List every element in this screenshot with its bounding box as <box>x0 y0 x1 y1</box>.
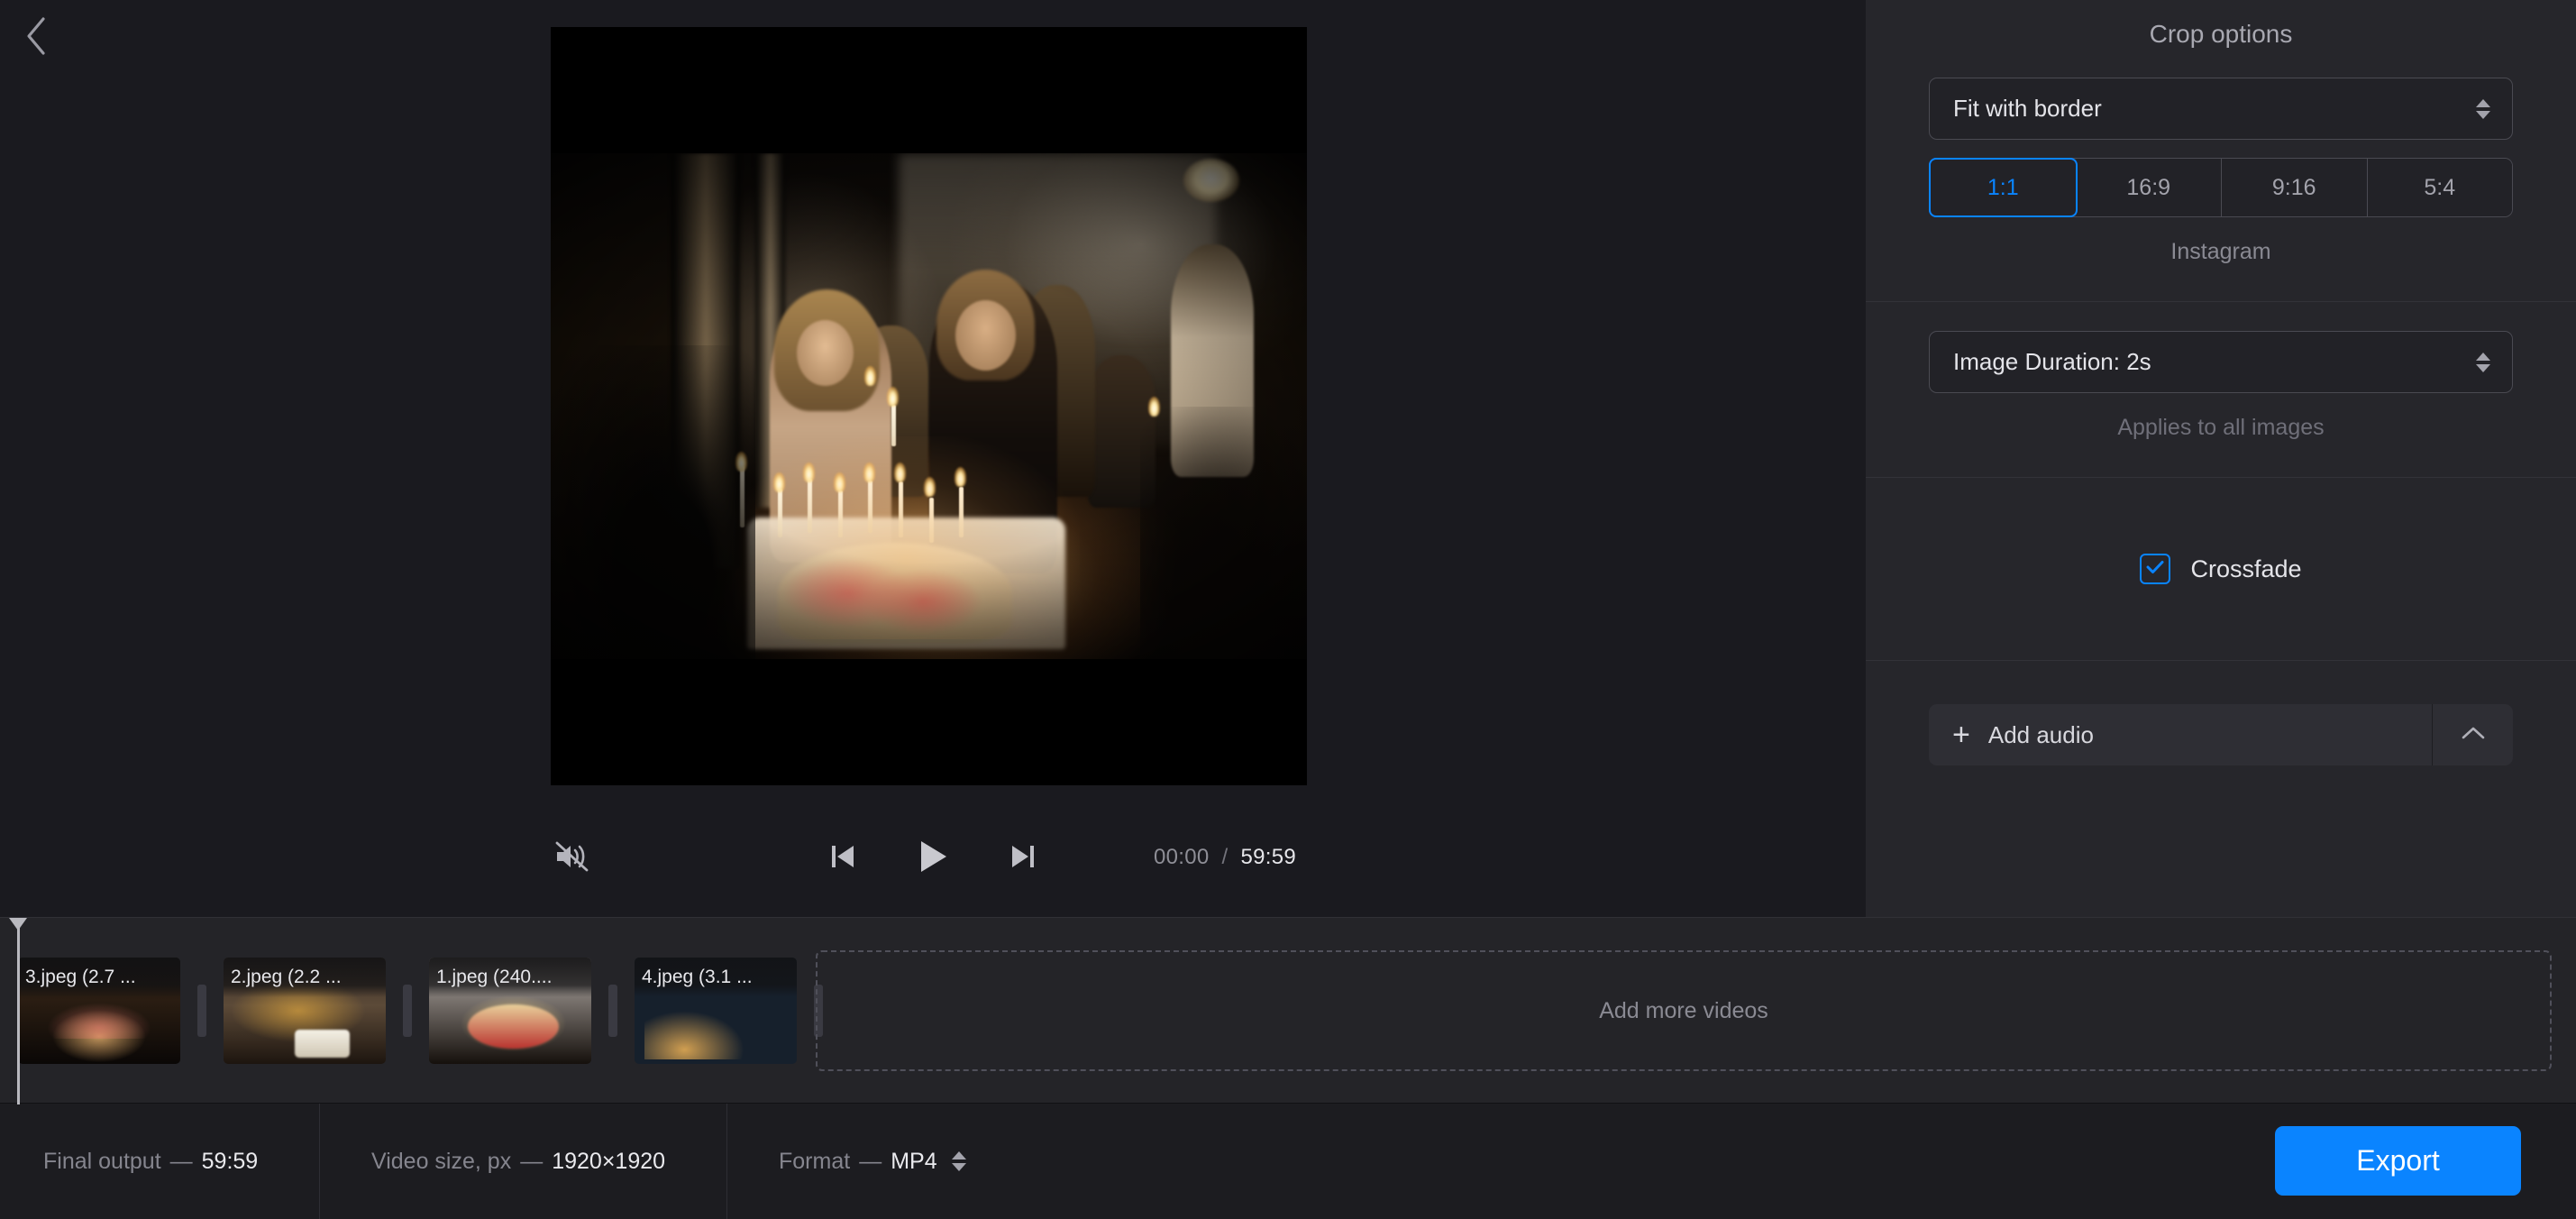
mute-button[interactable] <box>545 832 598 884</box>
checkmark-icon <box>2145 559 2165 580</box>
crossfade-section: Crossfade <box>1866 478 2576 660</box>
format-info[interactable]: Format — MP4 <box>779 1104 966 1219</box>
final-output-info: Final output — 59:59 <box>43 1104 258 1219</box>
clip-trim-handle[interactable] <box>591 958 635 1064</box>
aspect-ratio-option-5-4[interactable]: 5:4 <box>2367 159 2512 216</box>
export-button[interactable]: Export <box>2275 1126 2521 1196</box>
player-controls: 00:00 / 59:59 <box>0 825 1866 897</box>
final-output-dash: — <box>169 1148 193 1174</box>
play-button[interactable] <box>907 832 959 884</box>
back-button[interactable] <box>7 7 65 65</box>
image-duration-stepper-icon[interactable] <box>2476 352 2490 372</box>
clip-label: 1.jpeg (240.... <box>429 958 591 997</box>
add-audio-button[interactable]: + Add audio <box>1929 704 2432 765</box>
dropzone-label: Add more videos <box>1599 997 1768 1023</box>
video-size-value: 1920×1920 <box>552 1148 666 1174</box>
format-stepper-icon[interactable] <box>951 1151 966 1171</box>
video-editor-app: 00:00 / 59:59 Crop options Fit with bord… <box>0 0 2576 1219</box>
skip-next-icon <box>1009 842 1037 875</box>
photo-scene <box>551 153 1307 659</box>
chevron-left-icon <box>23 15 50 57</box>
image-duration-section: Image Duration: 2s Applies to all images <box>1866 331 2576 477</box>
panel-divider-1 <box>1866 301 2576 302</box>
clip-trim-handle[interactable] <box>180 958 224 1064</box>
video-size-info: Video size, px — 1920×1920 <box>371 1104 665 1219</box>
timeline-clip[interactable]: 4.jpeg (3.1 ... <box>635 958 797 1064</box>
current-time: 00:00 <box>1154 845 1210 869</box>
previous-button[interactable] <box>817 832 869 884</box>
clip-label: 2.jpeg (2.2 ... <box>224 958 386 997</box>
format-dash: — <box>859 1148 882 1174</box>
crop-mode-value: Fit with border <box>1953 95 2102 122</box>
clip-label: 4.jpeg (3.1 ... <box>635 958 797 997</box>
aspect-ratio-option-16-9[interactable]: 16:9 <box>2076 159 2222 216</box>
aspect-ratio-segmented-control: 1:1 16:9 9:16 5:4 <box>1929 158 2513 217</box>
clip-label: 3.jpeg (2.7 ... <box>18 958 180 997</box>
final-output-value: 59:59 <box>201 1148 259 1174</box>
timeline-clip[interactable]: 2.jpeg (2.2 ... <box>224 958 386 1064</box>
crossfade-toggle[interactable]: Crossfade <box>1866 478 2576 660</box>
format-value: MP4 <box>891 1148 937 1174</box>
add-more-videos-dropzone[interactable]: Add more videos <box>816 950 2552 1071</box>
format-label: Format <box>779 1148 851 1174</box>
right-panel: Crop options Fit with border 1:1 16:9 9:… <box>1866 0 2576 917</box>
preview-area <box>0 0 1866 917</box>
aspect-ratio-option-9-16[interactable]: 9:16 <box>2222 159 2368 216</box>
video-preview[interactable] <box>551 27 1307 785</box>
chevron-up-icon <box>2461 725 2486 746</box>
timeline-clip[interactable]: 1.jpeg (240.... <box>429 958 591 1064</box>
crossfade-label: Crossfade <box>2190 555 2302 582</box>
crop-mode-select[interactable]: Fit with border <box>1929 78 2513 140</box>
timeline-playhead[interactable] <box>9 918 27 1104</box>
total-time: 59:59 <box>1240 845 1297 869</box>
bottom-bar-divider <box>319 1104 320 1219</box>
next-button[interactable] <box>997 832 1049 884</box>
aspect-ratio-option-1-1[interactable]: 1:1 <box>1929 158 2078 217</box>
crossfade-checkbox[interactable] <box>2140 554 2171 584</box>
bottom-status-bar: Final output — 59:59 Video size, px — 19… <box>0 1104 2576 1219</box>
time-separator: / <box>1221 845 1229 869</box>
add-audio-row: + Add audio <box>1929 704 2513 765</box>
image-duration-hint: Applies to all images <box>2117 415 2325 440</box>
image-duration-value: Image Duration: 2s <box>1953 348 2151 375</box>
crop-mode-stepper-icon[interactable] <box>2476 98 2490 119</box>
panel-title: Crop options <box>2149 20 2293 48</box>
time-display: 00:00 / 59:59 <box>1154 845 1296 870</box>
image-duration-select[interactable]: Image Duration: 2s <box>1929 331 2513 393</box>
timeline[interactable]: 3.jpeg (2.7 ... 2.jpeg (2.2 ... 1.jpeg (… <box>0 917 2576 1104</box>
bottom-bar-divider <box>726 1104 727 1219</box>
video-size-label: Video size, px <box>371 1148 512 1174</box>
skip-previous-icon <box>828 842 857 875</box>
audio-collapse-button[interactable] <box>2432 704 2513 765</box>
add-audio-label: Add audio <box>1987 720 2094 748</box>
play-icon <box>918 839 948 878</box>
preview-photo <box>551 153 1307 659</box>
transport-controls <box>817 832 1049 884</box>
video-size-dash: — <box>520 1148 544 1174</box>
timeline-clip[interactable]: 3.jpeg (2.7 ... <box>18 958 180 1064</box>
audio-section: + Add audio <box>1866 704 2576 765</box>
timeline-clips: 3.jpeg (2.7 ... 2.jpeg (2.2 ... 1.jpeg (… <box>18 958 840 1064</box>
clip-trim-handle[interactable] <box>386 958 429 1064</box>
crop-options-section: Crop options Fit with border 1:1 16:9 9:… <box>1866 0 2576 301</box>
speaker-muted-icon <box>553 840 589 877</box>
plus-icon: + <box>1952 718 1970 752</box>
final-output-label: Final output <box>43 1148 161 1174</box>
preview-canvas <box>551 27 1307 785</box>
panel-divider-3 <box>1866 660 2576 661</box>
aspect-ratio-hint: Instagram <box>2170 239 2271 264</box>
